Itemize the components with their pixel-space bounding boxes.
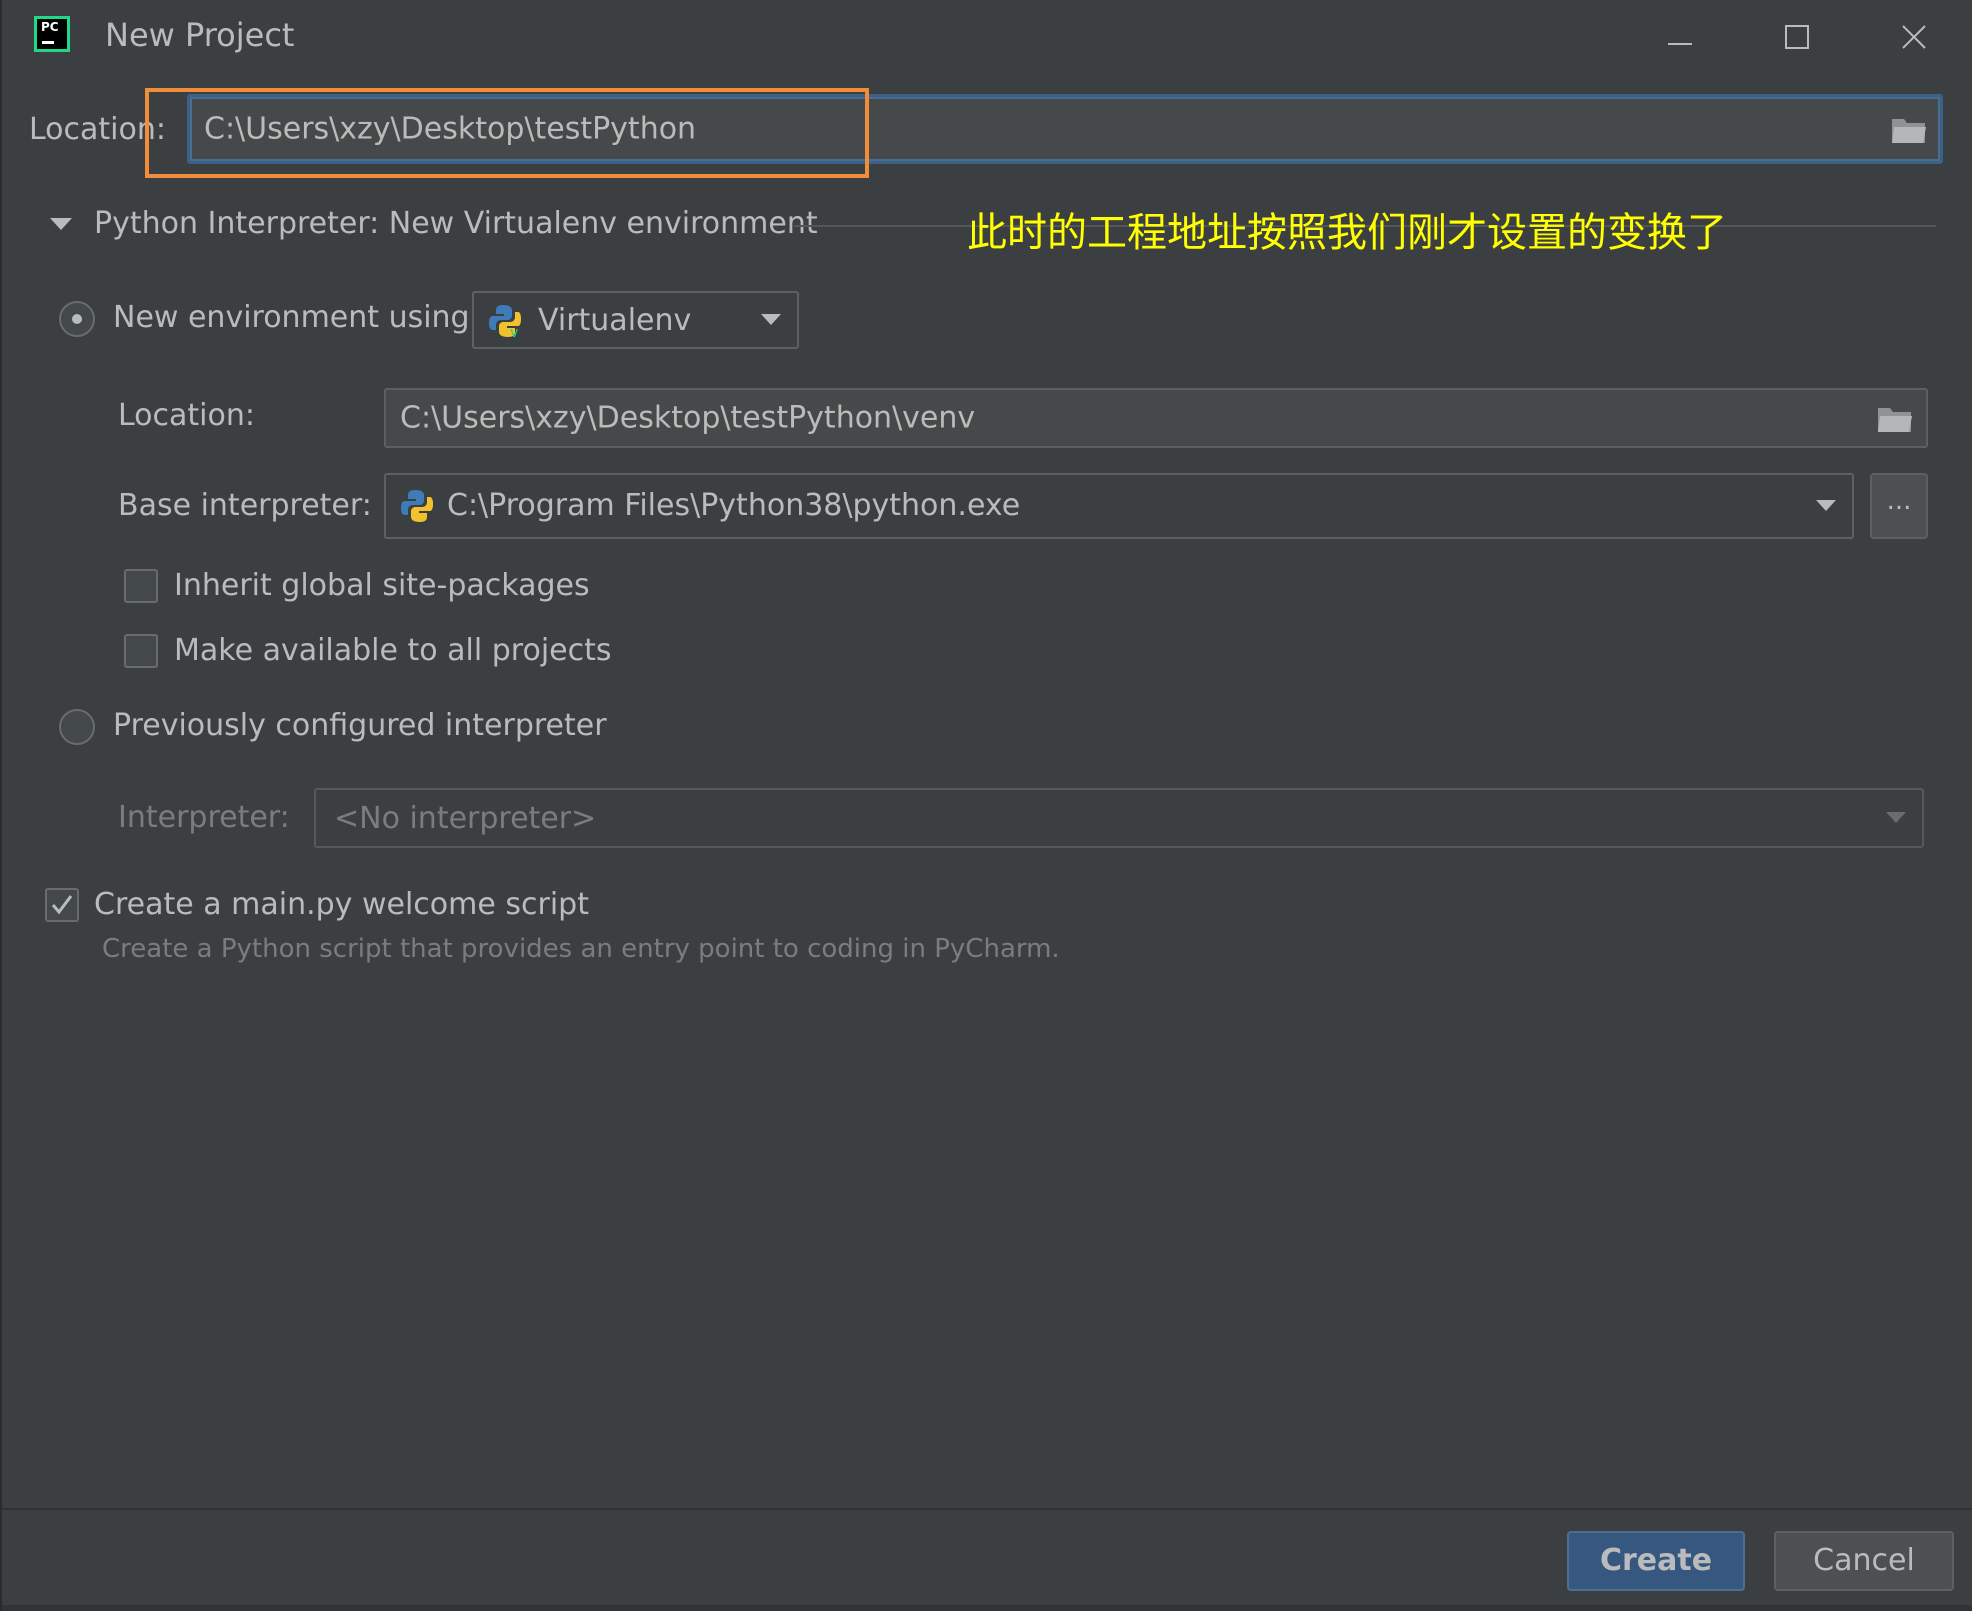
interpreter-select[interactable]: <No interpreter> [314, 788, 1924, 848]
new-environment-radio[interactable] [59, 301, 95, 337]
pycharm-logo-icon: PC [34, 16, 70, 52]
cancel-button[interactable]: Cancel [1774, 1531, 1954, 1591]
svg-text:v: v [510, 325, 518, 339]
new-project-dialog: PC New Project Location: C:\Users\xzy\De… [0, 0, 1972, 1611]
virtualenv-icon: v [489, 305, 521, 339]
checkmark-icon [51, 895, 73, 915]
browse-interpreter-button[interactable]: ... [1870, 473, 1928, 539]
venv-location-value: C:\Users\xzy\Desktop\testPython\venv [400, 400, 976, 436]
base-interpreter-value: C:\Program Files\Python38\python.exe [447, 488, 1021, 523]
venv-location-label: Location: [118, 398, 255, 433]
title-bar: PC New Project [2, 0, 1972, 72]
base-interpreter-select[interactable]: C:\Program Files\Python38\python.exe [384, 473, 1854, 539]
maximize-icon [1785, 25, 1809, 49]
venv-location-input[interactable]: C:\Users\xzy\Desktop\testPython\venv [384, 388, 1928, 448]
interpreter-label: Interpreter: [118, 800, 290, 835]
welcome-script-checkbox[interactable] [45, 888, 79, 922]
python-icon [401, 490, 433, 522]
inherit-site-packages-checkbox[interactable] [124, 569, 158, 603]
close-button[interactable] [1874, 8, 1954, 64]
bottom-divider [2, 1508, 1972, 1510]
radio-selected-dot [72, 314, 82, 324]
minimize-icon [1668, 43, 1692, 45]
chevron-down-icon [1816, 500, 1836, 511]
inherit-site-packages-label: Inherit global site-packages [174, 568, 590, 603]
previous-interpreter-label: Previously configured interpreter [113, 708, 607, 743]
create-button[interactable]: Create [1567, 1531, 1745, 1591]
welcome-script-hint: Create a Python script that provides an … [102, 934, 1060, 964]
project-location-input[interactable]: C:\Users\xzy\Desktop\testPython [187, 94, 1943, 164]
window-title: New Project [105, 16, 295, 54]
project-location-label: Location: [29, 112, 166, 147]
environment-tool-value: Virtualenv [538, 303, 692, 338]
close-icon [1902, 25, 1926, 49]
folder-icon[interactable] [1876, 404, 1914, 434]
logo-text: PC [41, 20, 59, 34]
chevron-down-icon [761, 314, 781, 325]
interpreter-section-header[interactable]: Python Interpreter: New Virtualenv envir… [94, 206, 818, 241]
minimize-button[interactable] [1640, 8, 1720, 64]
make-available-checkbox[interactable] [124, 634, 158, 668]
chevron-down-icon [1886, 812, 1906, 823]
collapse-triangle-icon[interactable] [50, 218, 72, 230]
make-available-label: Make available to all projects [174, 633, 612, 668]
bottom-strip [2, 1605, 1972, 1611]
maximize-button[interactable] [1757, 8, 1837, 64]
interpreter-value: <No interpreter> [334, 801, 597, 836]
base-interpreter-label: Base interpreter: [118, 488, 372, 523]
annotation-text: 此时的工程地址按照我们刚才设置的变换了 [967, 210, 1727, 256]
project-location-value: C:\Users\xzy\Desktop\testPython [204, 111, 697, 147]
folder-icon[interactable] [1890, 115, 1928, 145]
welcome-script-label: Create a main.py welcome script [94, 887, 589, 922]
environment-tool-select[interactable]: v Virtualenv [472, 291, 799, 349]
new-environment-label: New environment using [113, 300, 470, 335]
previous-interpreter-radio[interactable] [59, 709, 95, 745]
